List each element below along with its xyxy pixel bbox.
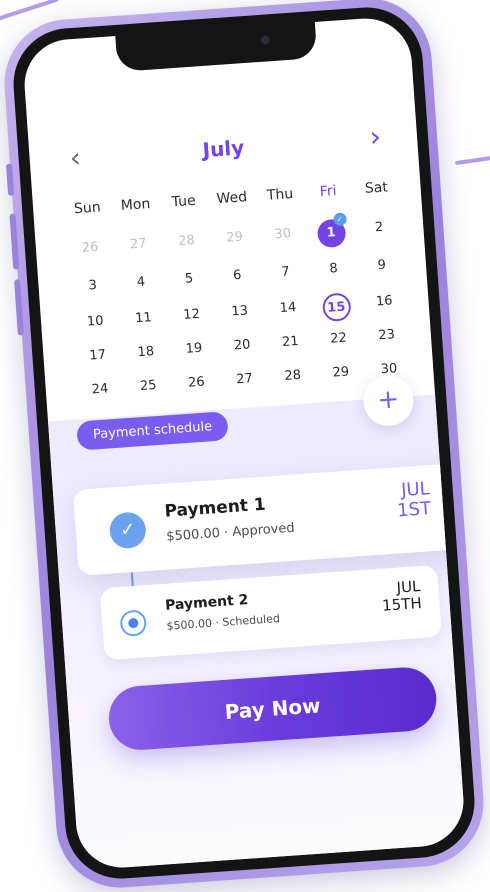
calendar-day[interactable]: 24 (75, 376, 125, 403)
plus-icon: + (376, 384, 401, 416)
calendar-day[interactable]: 9 (357, 252, 407, 279)
calendar-day[interactable]: 16 (359, 288, 409, 315)
month-title: July (201, 135, 245, 163)
calendar-day[interactable]: 13 (215, 298, 265, 325)
calendar-day-outside[interactable]: 29 (210, 224, 260, 251)
weekday-label-selected: Fri (319, 182, 338, 201)
calendar-day[interactable]: 29 (316, 359, 366, 386)
payment-date: JUL 1ST (395, 478, 432, 522)
calendar-day[interactable]: 14 (263, 295, 313, 322)
next-month-button[interactable]: › (368, 119, 383, 154)
calendar-week: 26 27 28 29 30 1 ✓ 2 (65, 212, 404, 262)
calendar-day-outside[interactable]: 28 (162, 228, 212, 255)
calendar-day[interactable]: 21 (265, 329, 315, 356)
calendar-day[interactable]: 3 (68, 273, 118, 300)
calendar-day[interactable]: 10 (70, 308, 120, 335)
weekday-label: Mon (120, 195, 151, 214)
calendar-day-outside[interactable]: 26 (65, 235, 115, 262)
calendar-day[interactable]: 25 (123, 373, 173, 400)
calendar-day[interactable]: 11 (119, 305, 169, 332)
weekday-label: Thu (266, 185, 294, 204)
phone-mockup: ‹ July › Sun Mon Tue Wed Thu Fri Sat 26 … (0, 0, 488, 892)
marked-day-number: 15 (321, 292, 352, 323)
calendar-day-outside[interactable]: 27 (113, 231, 163, 258)
calendar-day[interactable]: 27 (220, 366, 270, 393)
camera-icon (260, 35, 271, 45)
calendar-day[interactable]: 7 (261, 259, 311, 286)
background-line-left (0, 0, 59, 23)
app-screen: ‹ July › Sun Mon Tue Wed Thu Fri Sat 26 … (21, 15, 467, 871)
background-line-right (454, 154, 490, 166)
weekday-label: Tue (171, 192, 197, 211)
payment-detail: $500.00 · Scheduled (166, 611, 281, 633)
calendar-day[interactable]: 18 (121, 339, 171, 366)
calendar-day[interactable]: 20 (217, 332, 267, 359)
calendar-day-marked[interactable]: 15 (311, 292, 361, 323)
payment-title: Payment 2 (164, 592, 249, 614)
weekday-label: Sat (364, 179, 389, 197)
calendar-day[interactable]: 17 (73, 342, 123, 369)
calendar-day[interactable]: 5 (164, 266, 214, 293)
calendar-day[interactable]: 6 (212, 262, 262, 289)
calendar-day[interactable]: 22 (314, 325, 364, 352)
chevron-right-icon: › (368, 119, 383, 154)
calendar-day[interactable]: 26 (171, 370, 221, 397)
calendar-day-selected[interactable]: 1 ✓ (306, 212, 356, 249)
weekday-label: Wed (216, 189, 248, 208)
calendar-day-outside[interactable]: 30 (258, 221, 308, 248)
payment-date: JUL 15TH (380, 577, 423, 615)
calendar-day[interactable]: 28 (268, 363, 318, 390)
calendar-day[interactable]: 8 (309, 256, 359, 283)
calendar-day[interactable]: 23 (362, 322, 412, 349)
weekday-label: Sun (73, 199, 102, 218)
payment-detail: $500.00 · Approved (165, 520, 296, 545)
payment-title: Payment 1 (163, 494, 267, 522)
check-badge-icon: ✓ (332, 212, 347, 227)
payment-date-day: 1ST (396, 497, 432, 522)
calendar-day[interactable]: 12 (167, 302, 217, 329)
calendar-day[interactable]: 2 (354, 214, 404, 241)
payment-date-day: 15TH (381, 593, 423, 615)
weekday-header: Sun Mon Tue Wed Thu Fri Sat (62, 174, 401, 222)
calendar-day[interactable]: 19 (169, 336, 219, 363)
calendar-day[interactable]: 4 (116, 269, 166, 296)
